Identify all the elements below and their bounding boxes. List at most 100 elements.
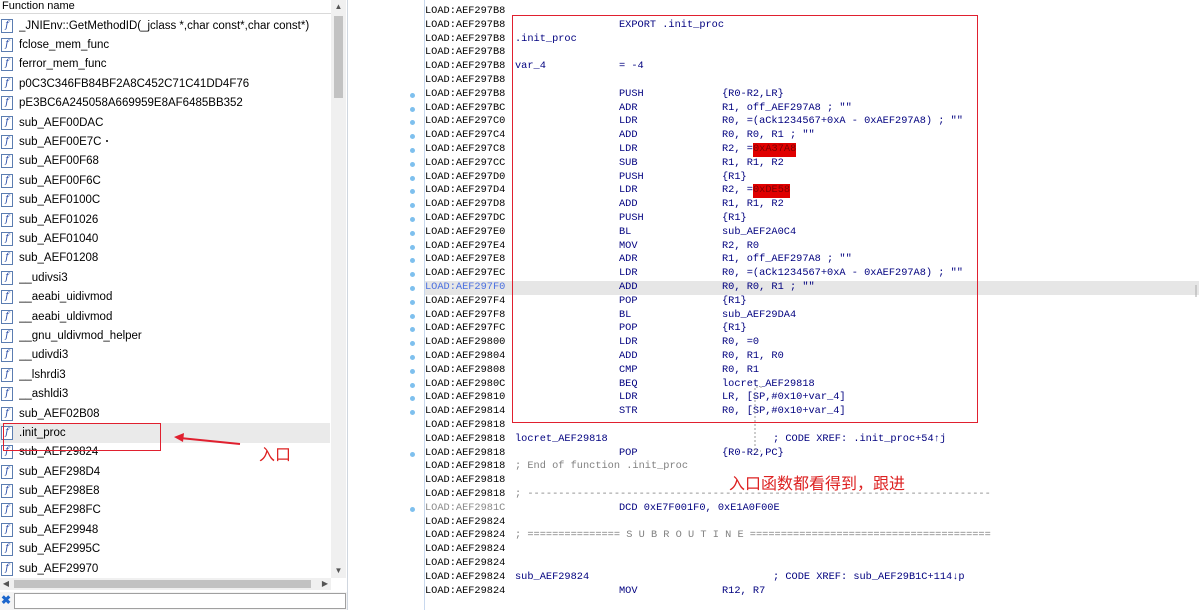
function-list-item[interactable]: f sub_AEF01026	[0, 210, 330, 229]
breakpoint-dot-icon[interactable]	[410, 299, 415, 305]
scrollbar-thumb[interactable]	[14, 580, 311, 588]
function-f-icon: f	[1, 115, 13, 130]
disasm-address: LOAD:AEF29824	[425, 543, 506, 556]
breakpoint-dot-icon[interactable]	[410, 120, 415, 126]
function-list-horizontal-scrollbar[interactable]: ◀ ▶	[0, 578, 331, 590]
function-list-vertical-scrollbar[interactable]: ▲ ▼	[331, 0, 346, 578]
scroll-right-arrow-icon[interactable]: ▶	[319, 578, 331, 590]
function-f-icon: f	[1, 542, 13, 557]
breakpoint-dot-icon[interactable]	[410, 396, 415, 402]
breakpoint-dot-icon[interactable]	[410, 272, 415, 278]
function-list-item[interactable]: f fclose_mem_func	[0, 35, 330, 54]
function-list-item[interactable]: f __lshrdi3	[0, 365, 330, 384]
disasm-address: LOAD:AEF29800	[425, 336, 506, 349]
breakpoint-dot-icon[interactable]	[410, 230, 415, 236]
function-list-item[interactable]: f __udivdi3	[0, 346, 330, 365]
filter-input[interactable]	[14, 593, 346, 609]
disasm-address: LOAD:AEF2980C	[425, 377, 506, 390]
breakpoint-dot-icon[interactable]	[410, 506, 415, 512]
disasm-comment: ; =============== S U B R O U T I N E ==…	[515, 529, 991, 542]
breakpoint-dot-icon[interactable]	[410, 258, 415, 264]
function-list-item[interactable]: f __gnu_uldivmod_helper	[0, 326, 330, 345]
function-list-item[interactable]: f pE3BC6A245058A669959E8AF6485BB352	[0, 94, 330, 113]
filter-bar: ✖	[0, 592, 347, 610]
disasm-line[interactable]: LOAD:AEF29818 POP {R0-R2,PC}	[425, 447, 1199, 461]
function-list-item[interactable]: f sub_AEF29948	[0, 520, 330, 539]
disasm-line[interactable]: LOAD:AEF29824	[425, 543, 1199, 557]
function-list-item[interactable]: f sub_AEF01040	[0, 229, 330, 248]
function-list-item[interactable]: f sub_AEF00E7C	[0, 132, 330, 151]
scrollbar-thumb[interactable]	[334, 16, 343, 98]
function-f-icon: f	[1, 503, 13, 518]
breakpoint-dot-icon[interactable]	[410, 134, 415, 140]
breakpoint-dot-icon[interactable]	[410, 203, 415, 209]
cursor-dot	[106, 140, 108, 143]
function-f-icon: f	[1, 484, 13, 499]
function-list-item[interactable]: f sub_AEF298FC	[0, 501, 330, 520]
breakpoint-dot-icon[interactable]	[410, 189, 415, 195]
breakpoint-dot-icon[interactable]	[410, 106, 415, 112]
breakpoint-dot-icon[interactable]	[410, 341, 415, 347]
disasm-address: LOAD:AEF297B8	[425, 46, 506, 59]
disasm-address: LOAD:AEF29808	[425, 363, 506, 376]
function-name-label: sub_AEF2995C	[19, 543, 101, 556]
breakpoint-dot-icon[interactable]	[410, 244, 415, 250]
disasm-line[interactable]: LOAD:AEF29824	[425, 516, 1199, 530]
function-list-item[interactable]: f sub_AEF29970	[0, 559, 330, 578]
function-name-label: sub_AEF298D4	[19, 465, 101, 478]
disasm-address: LOAD:AEF297B8	[425, 74, 506, 86]
breakpoint-dot-icon[interactable]	[410, 410, 415, 416]
breakpoint-dot-icon[interactable]	[410, 92, 415, 98]
disasm-label: locret_AEF29818	[515, 432, 608, 445]
disasm-line[interactable]: LOAD:AEF29824	[425, 557, 1199, 571]
function-list-item[interactable]: f sub_AEF00DAC	[0, 113, 330, 132]
function-name-label: __lshrdi3	[19, 368, 66, 381]
function-name-label: sub_AEF00F6C	[19, 174, 101, 187]
disasm-comment: ; End of function .init_proc	[515, 460, 689, 473]
breakpoint-dot-icon[interactable]	[410, 217, 415, 222]
breakpoint-dot-icon[interactable]	[410, 161, 415, 167]
scroll-up-arrow-icon[interactable]: ▲	[331, 0, 346, 14]
breakpoint-dot-icon[interactable]	[410, 382, 415, 388]
function-list[interactable]: f _JNIEnv::GetMethodID(_jclass *,char con…	[0, 16, 330, 578]
disasm-line[interactable]: LOAD:AEF29824 MOV R12, R7	[425, 585, 1199, 599]
disasm-address: LOAD:AEF297C0	[425, 115, 506, 128]
function-list-item[interactable]: f __aeabi_uidivmod	[0, 287, 330, 306]
function-list-item[interactable]: f sub_AEF298E8	[0, 481, 330, 500]
function-name-column-header[interactable]: Function name	[0, 0, 332, 14]
function-list-item[interactable]: f sub_AEF00F68	[0, 152, 330, 171]
disasm-line[interactable]: LOAD:AEF29824 ; =============== S U B R O…	[425, 529, 1199, 543]
function-f-icon: f	[1, 135, 13, 150]
function-list-item[interactable]: f p0C3C346FB84BF2A8C452C71C41DD4F76	[0, 74, 330, 93]
function-list-item[interactable]: f sub_AEF01208	[0, 249, 330, 268]
breakpoint-dot-icon[interactable]	[410, 148, 415, 153]
scroll-left-arrow-icon[interactable]: ◀	[0, 578, 12, 590]
disasm-line[interactable]: LOAD:AEF29824 sub_AEF29824 ; CODE XREF: su…	[425, 571, 1199, 585]
function-list-item[interactable]: f __aeabi_uldivmod	[0, 307, 330, 326]
disasm-line[interactable]: LOAD:AEF2981C DCD 0xE7F001F0, 0xE1A0F00E	[425, 502, 1199, 516]
function-list-item[interactable]: f _JNIEnv::GetMethodID(_jclass *,char con…	[0, 16, 330, 35]
breakpoint-dot-icon[interactable]	[410, 286, 415, 291]
function-list-item[interactable]: f ferror_mem_func	[0, 55, 330, 74]
breakpoint-dot-icon[interactable]	[410, 451, 415, 457]
function-list-item[interactable]: f sub_AEF2995C	[0, 540, 330, 559]
function-list-item[interactable]: f __ashldi3	[0, 384, 330, 403]
disasm-line[interactable]: LOAD:AEF29818 locret_AEF29818 ; CODE XREF:…	[425, 433, 1199, 447]
disasm-address: LOAD:AEF297DC	[425, 212, 506, 224]
breakpoint-dot-icon[interactable]	[410, 327, 415, 333]
scroll-down-arrow-icon[interactable]: ▼	[331, 564, 346, 578]
breakpoint-dot-icon[interactable]	[410, 368, 415, 374]
annotation-follow-label: 入口函数都看得到，跟进	[729, 474, 906, 493]
breakpoint-dot-icon[interactable]	[410, 355, 415, 360]
function-f-icon: f	[1, 212, 13, 227]
breakpoint-dot-icon[interactable]	[410, 313, 415, 319]
disasm-address: LOAD:AEF29824	[425, 557, 506, 569]
breakpoint-dot-icon[interactable]	[410, 175, 415, 181]
function-list-item[interactable]: f sub_AEF02B08	[0, 404, 330, 423]
close-x-icon[interactable]: ✖	[0, 593, 12, 607]
function-list-item[interactable]: f __udivsi3	[0, 268, 330, 287]
function-list-item[interactable]: f sub_AEF0100C	[0, 191, 330, 210]
function-name-label: __ashldi3	[19, 388, 69, 401]
function-name-label: fclose_mem_func	[19, 39, 110, 52]
function-list-item[interactable]: f sub_AEF00F6C	[0, 171, 330, 190]
